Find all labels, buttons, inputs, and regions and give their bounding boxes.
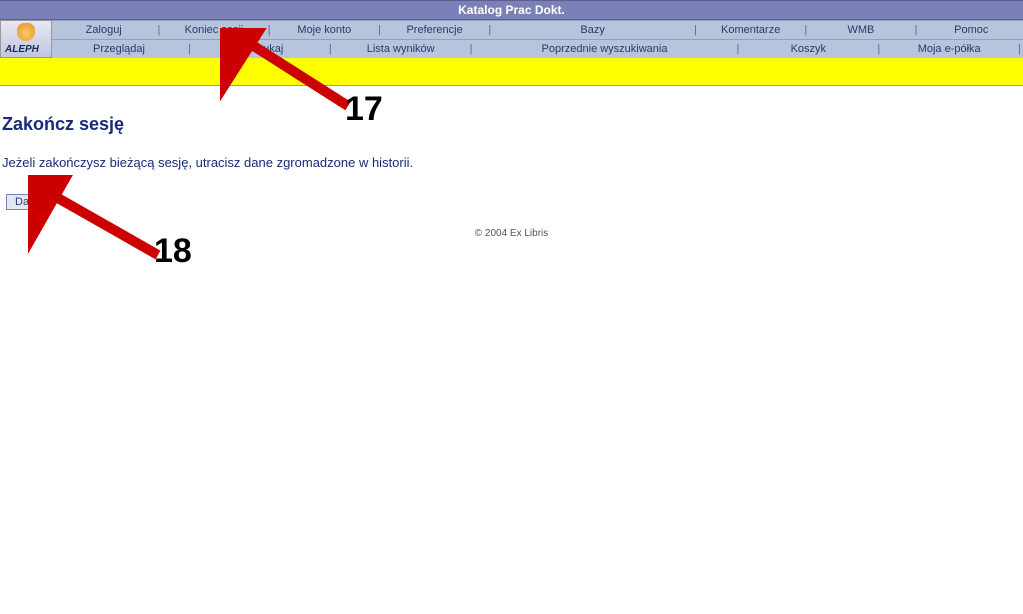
yellow-bar <box>0 58 1023 86</box>
nav-przegladaj[interactable]: Przeglądaj <box>52 43 186 55</box>
nav-preferencje[interactable]: Preferencje <box>383 24 486 36</box>
nav-rows: Zaloguj | Koniec sesji | Moje konto | Pr… <box>52 20 1023 58</box>
logo[interactable]: ALEPH <box>0 20 52 58</box>
nav-sep: | <box>913 24 920 36</box>
next-button[interactable]: Dalej <box>6 194 49 210</box>
nav-row-1: Zaloguj | Koniec sesji | Moje konto | Pr… <box>52 20 1023 39</box>
nav-moje-konto[interactable]: Moje konto <box>273 24 376 36</box>
nav-sep: | <box>802 24 809 36</box>
nav-container: ALEPH Zaloguj | Koniec sesji | Moje kont… <box>0 20 1023 58</box>
page-title: Zakończ sesję <box>2 114 1021 135</box>
nav-sep: | <box>875 43 882 55</box>
nav-wmb[interactable]: WMB <box>809 24 912 36</box>
logo-text: ALEPH <box>5 44 39 55</box>
message: Jeżeli zakończysz bieżącą sesję, utracis… <box>2 155 1021 170</box>
nav-moja-epolka[interactable]: Moja e-półka <box>882 43 1016 55</box>
title-text: Katalog Prac Dokt. <box>458 3 565 17</box>
nav-koniec-sesji[interactable]: Koniec sesji <box>162 24 265 36</box>
nav-sep: | <box>734 43 741 55</box>
nav-sep: | <box>486 24 493 36</box>
nav-komentarze[interactable]: Komentarze <box>699 24 802 36</box>
nav-lista-wynikow[interactable]: Lista wyników <box>334 43 468 55</box>
title-bar: Katalog Prac Dokt. <box>0 0 1023 20</box>
logo-flame-icon <box>17 23 35 41</box>
nav-sep: | <box>468 43 475 55</box>
nav-zaloguj[interactable]: Zaloguj <box>52 24 155 36</box>
nav-sep: | <box>266 24 273 36</box>
nav-pomoc[interactable]: Pomoc <box>920 24 1023 36</box>
nav-sep: | <box>186 43 193 55</box>
annotation-label-18: 18 <box>154 232 192 271</box>
nav-sep: | <box>155 24 162 36</box>
nav-wyszukaj[interactable]: Wyszukaj <box>193 43 327 55</box>
annotation-label-17: 17 <box>345 90 383 129</box>
nav-sep: | <box>692 24 699 36</box>
nav-sep: | <box>376 24 383 36</box>
nav-bazy[interactable]: Bazy <box>493 24 692 36</box>
nav-row-2: Przeglądaj | Wyszukaj | Lista wyników | … <box>52 39 1023 58</box>
nav-koszyk[interactable]: Koszyk <box>741 43 875 55</box>
nav-sep: | <box>1016 43 1023 55</box>
nav-poprzednie[interactable]: Poprzednie wyszukiwania <box>475 43 735 55</box>
content: Zakończ sesję Jeżeli zakończysz bieżącą … <box>0 86 1023 239</box>
nav-sep: | <box>327 43 334 55</box>
